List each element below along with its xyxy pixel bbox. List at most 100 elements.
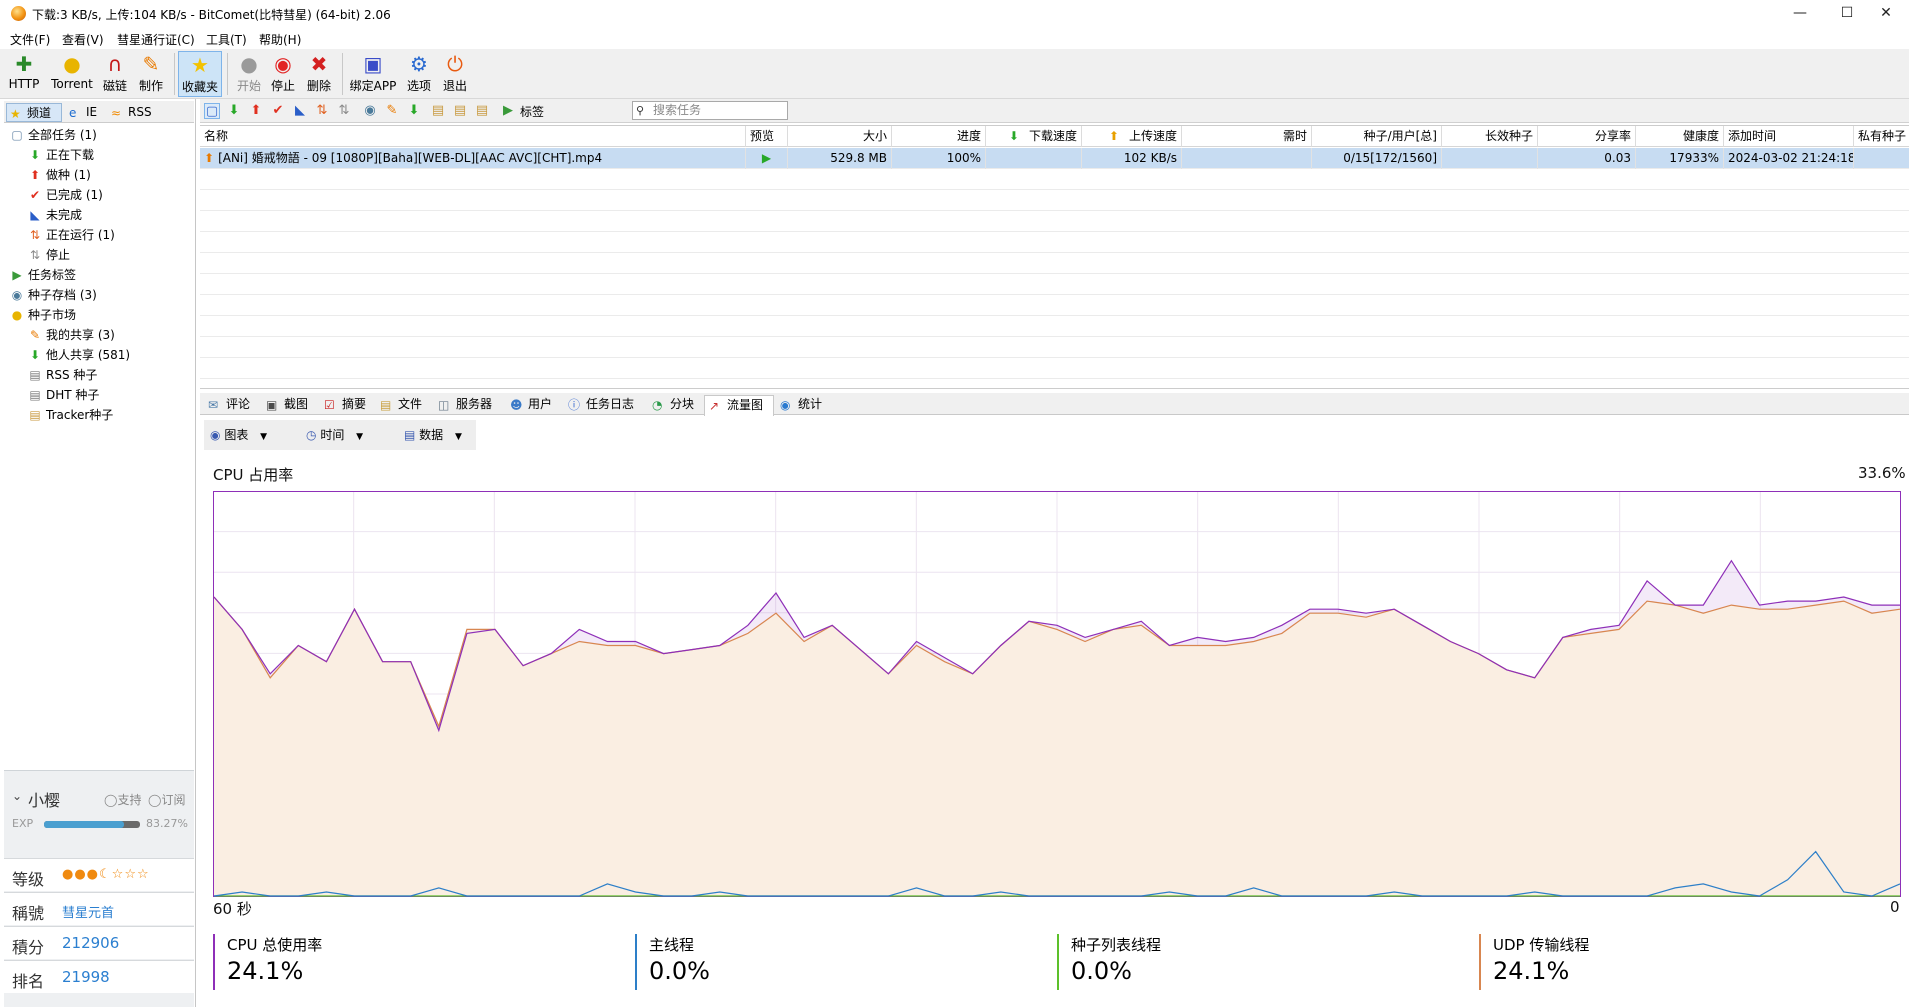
title-value[interactable]: 彗星元首 — [62, 902, 114, 921]
tab-task-log[interactable]: ⓘ 任务日志 — [564, 395, 634, 415]
tab-screenshots[interactable]: ▣ 截图 — [262, 395, 308, 415]
support-link[interactable]: ◯支持 — [104, 791, 141, 808]
tab-ie[interactable]: e IE — [66, 103, 104, 122]
exp-percent: 83.27% — [146, 817, 188, 830]
close-button[interactable]: ✕ — [1863, 0, 1909, 27]
exit-button[interactable]: ⏻ 退出 — [440, 51, 470, 97]
favorites-button[interactable]: ★ 收藏夹 — [178, 51, 222, 97]
http-button[interactable]: ✚ HTTP — [6, 51, 42, 97]
share-filter-icon[interactable]: ✎ — [384, 103, 400, 119]
minimize-button[interactable]: — — [1777, 0, 1823, 27]
tree-others-share[interactable]: ⬇ 他人共享 (581) — [28, 346, 130, 364]
col-seeds-peers[interactable]: 种子/用户[总] — [1312, 126, 1442, 147]
col-health[interactable]: 健康度 — [1636, 126, 1724, 147]
start-button[interactable]: ● 开始 — [234, 51, 264, 97]
select-all-icon[interactable]: ▢ — [204, 103, 220, 119]
tracker-filter-icon[interactable]: ▤ — [474, 103, 490, 119]
collapse-chevron-icon[interactable]: ⌄ — [12, 789, 22, 803]
tree-incomplete[interactable]: ◣ 未完成 — [28, 206, 82, 224]
chart-type-dropdown[interactable]: ◉ 图表 ▼ — [210, 426, 267, 443]
tab-rss[interactable]: ≈ RSS — [108, 103, 158, 122]
tree-downloading[interactable]: ⬇ 正在下载 — [28, 146, 94, 164]
col-share-ratio[interactable]: 分享率 — [1538, 126, 1636, 147]
start-seed-icon[interactable]: ⬆ — [248, 103, 264, 119]
delete-x-icon: ✖ — [310, 52, 328, 76]
tree-completed[interactable]: ✔ 已完成 (1) — [28, 186, 103, 204]
task-added-time: 2024-03-02 21:24:18 — [1724, 148, 1854, 169]
options-button[interactable]: ⚙ 选项 — [404, 51, 434, 97]
col-size[interactable]: 大小 — [788, 126, 892, 147]
torrent-button[interactable]: ● Torrent — [48, 51, 96, 97]
tree-task-tags[interactable]: ▶ 任务标签 — [10, 266, 76, 284]
tab-blocks[interactable]: ◔ 分块 — [648, 395, 694, 415]
tree-torrent-market[interactable]: ● 种子市场 — [10, 306, 76, 324]
tree-running[interactable]: ⇅ 正在运行 (1) — [28, 226, 115, 244]
tree-stopped[interactable]: ⇅ 停止 — [28, 246, 70, 264]
col-private[interactable]: 私有种子 — [1854, 126, 1909, 147]
running-filter-icon[interactable]: ⇅ — [314, 103, 330, 119]
time-dropdown[interactable]: ◷ 时间 ▼ — [306, 426, 363, 443]
task-health: 17933% — [1636, 148, 1724, 169]
tab-comments[interactable]: ✉ 评论 — [204, 395, 250, 415]
tab-channel[interactable]: ★ 频道 — [6, 103, 62, 122]
col-preview[interactable]: 预览 — [746, 126, 788, 147]
magnet-button[interactable]: ∩ 磁链 — [100, 51, 130, 97]
menu-help[interactable]: 帮助(H) — [259, 31, 301, 48]
stopped-filter-icon[interactable]: ⇅ — [336, 103, 352, 119]
menu-file[interactable]: 文件(F) — [10, 31, 50, 48]
tab-files[interactable]: ▤ 文件 — [376, 395, 422, 415]
task-size: 529.8 MB — [788, 148, 892, 169]
tab-users[interactable]: ☻ 用户 — [506, 395, 552, 415]
tab-servers[interactable]: ◫ 服务器 — [434, 395, 492, 415]
tab-traffic-graph[interactable]: ↗ 流量图 — [704, 395, 774, 416]
points-row: 積分 212906 — [4, 926, 194, 959]
exp-bar — [44, 821, 140, 828]
menu-tools[interactable]: 工具(T) — [206, 31, 247, 48]
tree-seeding[interactable]: ⬆ 做种 (1) — [28, 166, 91, 184]
others-filter-icon[interactable]: ⬇ — [406, 103, 422, 119]
series-area-udp — [214, 597, 1900, 896]
tab-summary[interactable]: ☑ 摘要 — [320, 395, 366, 415]
complete-icon[interactable]: ✔ — [270, 103, 286, 119]
col-download-speed[interactable]: ⬇ 下载速度 — [986, 126, 1082, 147]
col-long-seeds[interactable]: 长效种子 — [1442, 126, 1538, 147]
col-name[interactable]: 名称 — [200, 126, 746, 147]
metric-torrent-list-thread: 种子列表线程 0.0% — [1057, 934, 1161, 990]
title-row: 稱號 彗星元首 — [4, 892, 194, 925]
delete-button[interactable]: ✖ 删除 — [304, 51, 334, 97]
stop-icon: ◉ — [274, 52, 292, 76]
col-eta[interactable]: 需时 — [1182, 126, 1312, 147]
exp-bar-fill — [44, 821, 124, 828]
tag-label[interactable]: 标签 — [520, 103, 544, 120]
make-torrent-button[interactable]: ✎ 制作 — [136, 51, 166, 97]
col-progress[interactable]: 进度 — [892, 126, 986, 147]
tree-dht-seed[interactable]: ▤ DHT 种子 — [28, 386, 99, 404]
archive-filter-icon[interactable]: ◉ — [362, 103, 378, 119]
rss-filter-icon[interactable]: ▤ — [430, 103, 446, 119]
tree-my-share[interactable]: ✎ 我的共享 (3) — [28, 326, 115, 344]
tag-filter-icon[interactable]: ▶ — [500, 103, 516, 119]
tab-statistics[interactable]: ◉ 统计 — [776, 395, 822, 415]
bind-app-button[interactable]: ▣ 绑定APP — [348, 51, 398, 97]
menu-passport[interactable]: 彗星通行证(C) — [117, 31, 195, 48]
col-upload-speed[interactable]: ⬆ 上传速度 — [1082, 126, 1182, 147]
col-added[interactable]: 添加时间 — [1724, 126, 1854, 147]
incomplete-filter-icon[interactable]: ◣ — [292, 103, 308, 119]
data-dropdown[interactable]: ▤ 数据 ▼ — [404, 426, 462, 443]
line-chart-icon: ↗ — [709, 399, 720, 413]
tree-torrent-archive[interactable]: ◉ 种子存档 (3) — [10, 286, 97, 304]
level-row: 等级 ●●●☾☆☆☆ — [4, 858, 194, 891]
stop-button[interactable]: ◉ 停止 — [268, 51, 298, 97]
start-download-icon[interactable]: ⬇ — [226, 103, 242, 119]
preview-play-icon[interactable]: ▶ — [746, 148, 788, 169]
tree-tracker-seed[interactable]: ▤ Tracker种子 — [28, 406, 113, 424]
subscribe-link[interactable]: ◯订阅 — [148, 791, 185, 808]
search-input[interactable]: ⚲ 搜索任务 — [632, 101, 788, 120]
menu-view[interactable]: 查看(V) — [62, 31, 104, 48]
seeding-up-icon: ⬆ — [204, 151, 215, 165]
dht-filter-icon[interactable]: ▤ — [452, 103, 468, 119]
empty-table-row — [200, 253, 1909, 274]
tree-all-tasks[interactable]: ▢ 全部任务 (1) — [10, 126, 97, 144]
table-row[interactable]: ⬆ [ANi] 婚戒物語 - 09 [1080P][Baha][WEB-DL][A… — [200, 148, 1909, 169]
tree-rss-seed[interactable]: ▤ RSS 种子 — [28, 366, 97, 384]
